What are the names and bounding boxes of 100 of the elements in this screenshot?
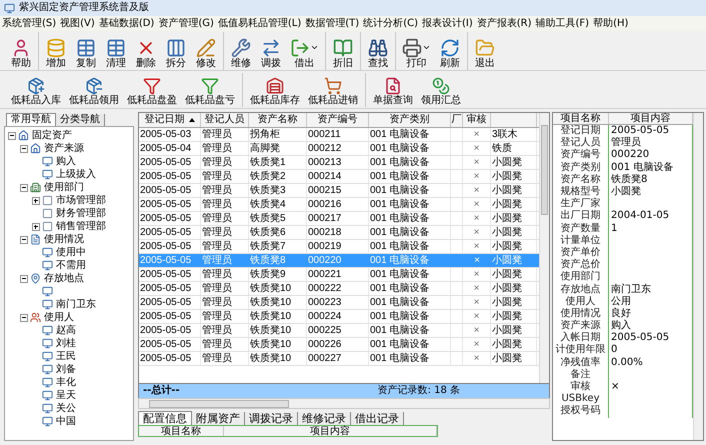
toolbar-button[interactable]: 拆分	[161, 32, 191, 70]
expander-icon[interactable]	[20, 184, 28, 192]
menu-item[interactable]: 数据管理(T)	[303, 18, 362, 30]
tree-item[interactable]: 上级拔入	[56, 168, 96, 180]
tree-item[interactable]: 市场管理部	[56, 194, 106, 206]
table-row[interactable]: 2005-05-05 管理员 铁质凳10 000223 001 电脑设备 × 小圆凳	[139, 296, 539, 310]
toolbar-button[interactable]: 领用汇总	[417, 72, 465, 106]
menu-item[interactable]: 低值易耗品管理(L)	[216, 18, 304, 30]
column-header[interactable]: 项目名称	[139, 426, 224, 436]
toolbar-button[interactable]: 低耗品进销	[304, 72, 362, 106]
table-row[interactable]: 2005-05-03 管理员 拐角柜 000211 001 电脑设备 × 3联木	[139, 128, 539, 142]
expander-icon[interactable]	[20, 144, 28, 152]
table-row[interactable]: 2005-05-05 管理员 铁质凳10 000224 001 电脑设备 × 小圆凳	[139, 310, 539, 324]
tree-item[interactable]: 不需用	[56, 260, 86, 272]
tree-item[interactable]: 固定资产	[32, 130, 72, 142]
toolbar-button[interactable]: 打印	[398, 32, 435, 70]
tree-item[interactable]: 刘备	[56, 364, 76, 376]
table-row[interactable]: 2005-05-04 管理员 高脚凳 000212 001 电脑设备 × 铁质	[139, 142, 539, 156]
tree-item[interactable]: 丰化	[56, 376, 76, 388]
tree-item[interactable]: 赵高	[56, 324, 76, 336]
table-row[interactable]: 2005-05-05 管理员 铁质凳1 000213 001 电脑设备 × 小圆凳	[139, 156, 539, 170]
table-row[interactable]: 2005-05-05 管理员 铁质凳10 000225 001 电脑设备 × 小圆凳	[139, 324, 539, 338]
table-row[interactable]: 2005-05-05 管理员 铁质凳3 000215 001 电脑设备 × 小圆凳	[139, 184, 539, 198]
column-header[interactable]: 资产名称	[249, 113, 307, 127]
tree-item[interactable]: 存放地点	[44, 272, 84, 284]
column-header[interactable]: 项目内容	[224, 426, 437, 436]
column-header[interactable]: 厂	[451, 113, 463, 127]
toolbar-button[interactable]: 低耗品盘盈	[123, 72, 181, 106]
tree-item[interactable]: 中国	[56, 416, 76, 428]
tree-item[interactable]: 呈天	[56, 390, 76, 402]
tree-item[interactable]: 使用中	[56, 246, 86, 258]
table-row[interactable]: 2005-05-05 管理员 铁质凳4 000216 001 电脑设备 × 小圆凳	[139, 198, 539, 212]
detail-tab[interactable]: 调拨记录	[245, 412, 298, 425]
vertical-scrollbar[interactable]	[693, 113, 703, 440]
table-row[interactable]: 2005-05-05 管理员 铁质凳5 000217 001 电脑设备 × 小圆凳	[139, 212, 539, 226]
expander-icon[interactable]	[20, 274, 28, 282]
toolbar-button[interactable]: 调拨	[256, 32, 286, 70]
column-header[interactable]: 资产类别	[369, 113, 451, 127]
toolbar-button[interactable]: 低耗品领用	[65, 72, 123, 106]
tree-item[interactable]: 南门卫东	[56, 298, 96, 310]
tree-item[interactable]: 关公	[56, 402, 76, 414]
tree-item[interactable]: 刘桂	[56, 338, 76, 350]
vertical-scrollbar[interactable]	[539, 113, 549, 383]
tree-item[interactable]: 财务管理部	[56, 208, 106, 220]
detail-tab[interactable]: 附属资产	[192, 412, 245, 425]
expander-icon[interactable]	[20, 236, 28, 244]
expander-icon[interactable]	[20, 314, 28, 322]
menu-item[interactable]: 报表设计(I)	[420, 18, 475, 30]
toolbar-button[interactable]: 退出	[470, 32, 500, 70]
menu-item[interactable]: 系统管理(S)	[0, 18, 58, 30]
toolbar-button[interactable]: 刷新	[435, 32, 465, 70]
toolbar-button[interactable]: 查找	[363, 32, 393, 70]
expander-icon[interactable]	[32, 196, 40, 204]
menu-item[interactable]: 资产管理(G)	[156, 18, 216, 30]
column-header[interactable]: 资产编号	[307, 113, 369, 127]
tree-item[interactable]: 使用部门	[44, 182, 84, 194]
expander-icon[interactable]	[8, 132, 16, 140]
menu-item[interactable]: 辅助工具(F)	[534, 18, 592, 30]
nav-tab[interactable]: 常用导航	[6, 113, 56, 126]
column-header[interactable]: 登记人员	[201, 113, 249, 127]
table-row[interactable]: 2005-05-05 管理员 铁质凳10 000227 001 电脑设备 × 小圆凳	[139, 352, 539, 366]
tree-item[interactable]: 使用情况	[44, 234, 84, 246]
toolbar-button[interactable]: 清理	[101, 32, 131, 70]
detail-tab[interactable]: 维修记录	[298, 412, 351, 425]
toolbar-button[interactable]: 复制	[71, 32, 101, 70]
menu-item[interactable]: 基础数据(D)	[96, 18, 156, 30]
toolbar-button[interactable]: 低耗品盘亏	[181, 72, 239, 106]
toolbar-button[interactable]: 折旧	[328, 32, 358, 70]
toolbar-button[interactable]: 修改	[191, 32, 221, 70]
menu-item[interactable]: 视图(V)	[58, 18, 97, 30]
column-header[interactable]: 审核	[463, 113, 491, 127]
menu-item[interactable]: 统计分析(C)	[361, 18, 420, 30]
toolbar-button[interactable]: 维修	[226, 32, 256, 70]
menu-item[interactable]: 资产报表(R)	[474, 18, 534, 30]
table-row[interactable]: 2005-05-05 管理员 铁质凳2 000214 001 电脑设备 × 小圆凳	[139, 170, 539, 184]
column-header[interactable]: 项目名称	[553, 113, 609, 124]
menu-item[interactable]: 帮助(H)	[591, 18, 630, 30]
table-cell: 小圆凳	[492, 310, 522, 322]
toolbar-button[interactable]: 低耗品库存	[246, 72, 304, 106]
expander-icon[interactable]	[32, 222, 40, 230]
toolbar-button[interactable]: 增加	[41, 32, 71, 70]
toolbar-button[interactable]: 删除	[131, 32, 161, 70]
table-row[interactable]: 2005-05-05 管理员 铁质凳9 000221 001 电脑设备 × 小圆凳	[139, 268, 539, 282]
tree-item[interactable]: 销售管理部	[56, 220, 106, 232]
toolbar-button[interactable]: 单据查询	[369, 72, 417, 106]
horizontal-scrollbar[interactable]	[138, 398, 550, 409]
tree-item[interactable]: 资产来源	[44, 142, 84, 154]
column-header[interactable]: 登记日期	[139, 113, 201, 127]
tree-item[interactable]: 购入	[56, 156, 76, 168]
toolbar-button[interactable]: 低耗品入库	[7, 72, 65, 106]
nav-tab[interactable]: 分类导航	[56, 114, 105, 126]
tree-item[interactable]: 王民	[56, 350, 76, 362]
detail-tab[interactable]: 配置信息	[138, 411, 192, 425]
table-row[interactable]: 2005-05-05 管理员 铁质凳10 000222 001 电脑设备 × 小圆凳	[139, 282, 539, 296]
toolbar-button[interactable]: 借出	[286, 32, 323, 70]
detail-tab[interactable]: 借出记录	[351, 412, 404, 425]
table-row[interactable]: 2005-05-05 管理员 铁质凳10 000226 001 电脑设备 × 小圆凳	[139, 338, 539, 352]
table-row[interactable]: 2005-05-05 管理员 铁质凳6 000218 001 电脑设备 × 小圆凳	[139, 226, 539, 240]
tree-item[interactable]: 使用人	[44, 312, 74, 324]
toolbar-button[interactable]: 帮助	[6, 32, 36, 70]
